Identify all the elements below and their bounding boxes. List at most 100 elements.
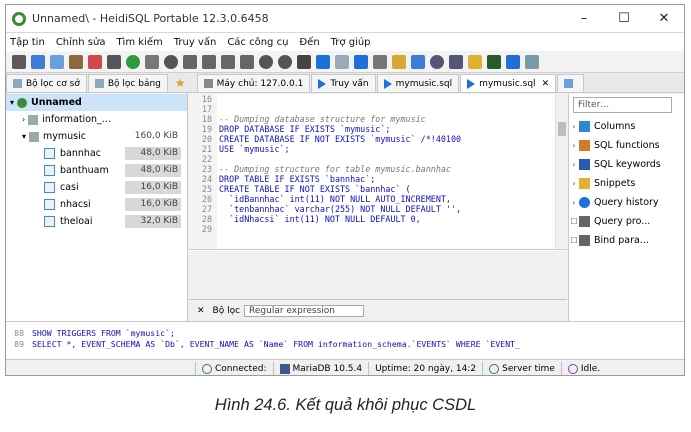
tree-item-label: mymusic (43, 131, 86, 142)
menu-edit[interactable]: Chỉnh sửa (56, 37, 106, 48)
play-icon[interactable] (354, 54, 368, 69)
chevron-right-icon[interactable]: › (569, 179, 579, 188)
new-tab-button[interactable] (557, 74, 585, 92)
helper-item-snippets[interactable]: › Snippets (569, 174, 684, 193)
scrollbar-thumb[interactable] (558, 122, 566, 136)
tree-root[interactable]: ▾ Unnamed (6, 94, 187, 111)
prev-icon[interactable] (202, 54, 216, 69)
list-icon[interactable] (373, 54, 387, 69)
disconnect-icon[interactable] (145, 54, 159, 69)
tab-query[interactable]: Truy vấn (311, 74, 376, 92)
chevron-right-icon[interactable]: › (569, 198, 579, 207)
code-area[interactable]: -- Dumping database structure for mymusi… (219, 94, 549, 234)
code-line: CREATE TABLE IF NOT EXISTS `bannhac` ( (219, 184, 411, 194)
help-icon[interactable] (506, 54, 520, 69)
tree-root-label: Unnamed (31, 97, 82, 108)
tab-mymusic-sql-2[interactable]: mymusic.sql ✕ (460, 74, 557, 92)
filter-placeholder: Filter (578, 100, 601, 110)
tab-table-filter[interactable]: Bộ lọc bảng (87, 74, 168, 92)
tree-table[interactable]: banthuam 48,0 KiB (6, 162, 187, 179)
tree-table[interactable]: casi 16,0 KiB (6, 179, 187, 196)
favorite-star[interactable]: ★ (169, 74, 192, 92)
redo-icon[interactable] (107, 54, 121, 69)
tab-label: Máy chủ: 127.0.0.1 (216, 78, 304, 89)
filter-input[interactable]: Regular expression (244, 304, 365, 317)
remove-icon[interactable] (278, 54, 292, 69)
helper-item-bind-params[interactable]: ☐ Bind para... (569, 231, 684, 250)
pencil-icon[interactable] (468, 54, 482, 69)
chevron-right-icon[interactable]: › (569, 160, 579, 169)
tree-table[interactable]: bannhac 48,0 KiB (6, 145, 187, 162)
chevron-right-icon[interactable]: › (569, 122, 579, 131)
table-size: 32,0 KiB (125, 215, 181, 228)
save-file-icon[interactable] (411, 54, 425, 69)
menu-tools[interactable]: Các công cụ (227, 37, 288, 48)
first-icon[interactable] (183, 54, 197, 69)
paste-icon[interactable] (69, 54, 83, 69)
server-icon (17, 97, 28, 108)
tab-db-filter[interactable]: Bộ lọc cơ sở (6, 74, 87, 92)
chevron-down-icon[interactable]: ▾ (22, 132, 26, 141)
helper-item-query-profile[interactable]: ☐ Query pro... (569, 212, 684, 231)
copy-icon[interactable] (50, 54, 64, 69)
clock-icon (489, 363, 500, 374)
menu-query[interactable]: Truy vấn (174, 37, 217, 48)
tree-item-information-schema[interactable]: › information_... (6, 111, 187, 128)
menu-search[interactable]: Tìm kiếm (116, 37, 162, 48)
menu-goto[interactable]: Đến (299, 37, 319, 48)
checkbox-icon[interactable]: ☐ (569, 217, 579, 226)
tab-host[interactable]: Máy chủ: 127.0.0.1 (196, 74, 311, 92)
layout-icon[interactable] (525, 54, 539, 69)
table-icon (94, 79, 104, 88)
chevron-right-icon[interactable]: › (22, 115, 25, 124)
toolbar (6, 51, 684, 73)
add-icon[interactable] (259, 54, 273, 69)
sql-editor[interactable]: 16 17 18 19 20 21 22 23 24 25 26 27 28 2… (189, 94, 567, 250)
undo-icon[interactable] (88, 54, 102, 69)
next-icon[interactable] (221, 54, 235, 69)
menu-help[interactable]: Trợ giúp (331, 37, 371, 48)
line-number: 21 (201, 144, 212, 154)
plug-icon[interactable] (12, 54, 26, 69)
save-icon[interactable] (31, 54, 45, 69)
run-dropdown-icon[interactable] (335, 54, 349, 69)
menu-file[interactable]: Tập tin (10, 37, 45, 48)
code-line: DROP TABLE IF EXISTS `bannhac`; (219, 174, 376, 184)
checkbox-icon[interactable]: ☐ (569, 236, 579, 245)
refresh-icon[interactable] (126, 54, 140, 69)
open-icon[interactable] (392, 54, 406, 69)
minimize-button[interactable]: – (564, 11, 604, 26)
title-bar: Unnamed\ - HeidiSQL Portable 12.3.0.6458… (6, 5, 684, 33)
helper-item-sql-keywords[interactable]: › SQL keywords (569, 155, 684, 174)
idle-icon (567, 363, 578, 374)
zoom-icon[interactable] (449, 54, 463, 69)
helpers-filter-input[interactable]: Filter… (573, 97, 672, 113)
tree-table[interactable]: theloai 32,0 KiB (6, 213, 187, 230)
helper-item-sql-functions[interactable]: › SQL functions (569, 136, 684, 155)
editor-scrollbar[interactable] (555, 94, 567, 249)
sql-log[interactable]: 88 SHOW TRIGGERS FROM `mymusic`; 89 SELE… (6, 321, 684, 359)
tree-table[interactable]: nhacsi 16,0 KiB (6, 196, 187, 213)
sql-icon[interactable] (487, 54, 501, 69)
search-icon[interactable] (430, 54, 444, 69)
close-tab-icon[interactable]: ✕ (542, 79, 550, 89)
cancel-icon[interactable] (297, 54, 311, 69)
line-number: 22 (201, 154, 212, 164)
tab-mymusic-sql-1[interactable]: mymusic.sql (376, 74, 460, 92)
run-icon[interactable] (316, 54, 330, 69)
helper-item-query-history[interactable]: › Query history (569, 193, 684, 212)
close-button[interactable]: ✕ (644, 11, 684, 26)
helper-item-label: Columns (594, 121, 636, 132)
maximize-button[interactable]: ☐ (604, 11, 644, 26)
helper-item-columns[interactable]: › Columns (569, 117, 684, 136)
last-icon[interactable] (240, 54, 254, 69)
chevron-right-icon[interactable]: › (569, 141, 579, 150)
chevron-down-icon[interactable]: ▾ (10, 98, 14, 107)
query-area: 16 17 18 19 20 21 22 23 24 25 26 27 28 2… (189, 94, 567, 321)
close-filter-icon[interactable]: ✕ (197, 306, 205, 316)
tree-item-mymusic[interactable]: ▾ mymusic 160,0 KiB (6, 128, 187, 145)
stop-icon[interactable] (164, 54, 178, 69)
status-text: MariaDB 10.5.4 (292, 363, 363, 374)
line-number: 27 (201, 204, 212, 214)
